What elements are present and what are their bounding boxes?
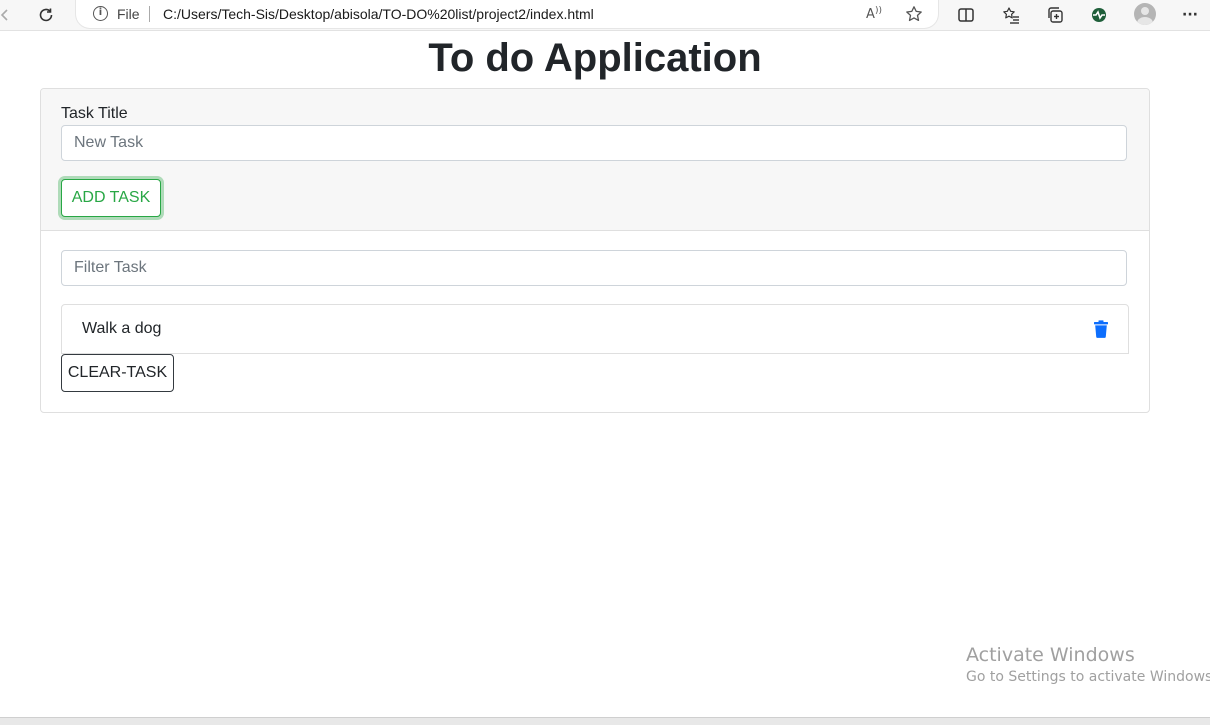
favorite-star-icon[interactable] [904, 4, 924, 24]
file-scheme-label: File [117, 6, 140, 22]
task-form: Task Title ADD TASK [41, 89, 1149, 231]
collections-icon[interactable] [1044, 4, 1066, 26]
split-screen-icon[interactable] [955, 4, 977, 26]
task-item-text: Walk a dog [82, 320, 162, 337]
filter-task-input[interactable] [61, 250, 1127, 286]
refresh-icon[interactable] [35, 4, 57, 26]
read-aloud-icon[interactable]: A)) [864, 4, 884, 24]
read-aloud-glyph: A [866, 6, 875, 22]
browser-toolbar: i File C:/Users/Tech-Sis/Desktop/abisola… [0, 0, 1210, 30]
read-aloud-waves: )) [874, 6, 882, 16]
extension-icon[interactable] [1088, 4, 1110, 26]
page-top-edge [0, 30, 1210, 31]
back-arrow-icon[interactable] [0, 4, 16, 26]
taskbar-edge [0, 717, 1210, 725]
add-task-button[interactable]: ADD TASK [61, 179, 161, 217]
task-title-input[interactable] [61, 125, 1127, 161]
task-list: Walk a dog [61, 304, 1129, 354]
task-title-label: Task Title [61, 105, 128, 122]
url-text[interactable]: C:/Users/Tech-Sis/Desktop/abisola/TO-DO%… [163, 6, 594, 22]
info-icon[interactable]: i [93, 6, 108, 21]
address-bar[interactable]: i File C:/Users/Tech-Sis/Desktop/abisola… [76, 0, 938, 28]
clear-tasks-button[interactable]: CLEAR-TASK [61, 354, 174, 392]
trash-icon[interactable] [1093, 320, 1109, 338]
more-menu-icon[interactable]: ··· [1179, 4, 1201, 26]
todo-card: Task Title ADD TASK Walk a dog CLEAR-TAS… [40, 88, 1150, 413]
watermark-subtitle: Go to Settings to activate Windows. [966, 669, 1210, 685]
activate-windows-watermark: Activate Windows Go to Settings to activ… [966, 643, 1210, 687]
profile-avatar[interactable] [1134, 3, 1156, 25]
watermark-title: Activate Windows [966, 644, 1135, 666]
address-separator [149, 6, 150, 22]
page-title: To do Application [428, 36, 762, 80]
favorites-list-icon[interactable] [1000, 4, 1022, 26]
